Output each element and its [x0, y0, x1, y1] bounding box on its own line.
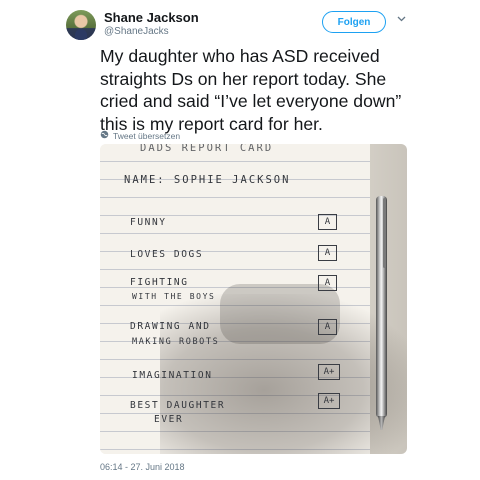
translate-label[interactable]: Tweet übersetzen: [113, 131, 180, 141]
author-name[interactable]: Shane Jackson: [104, 10, 199, 25]
item-line: BEST DAUGHTER: [130, 400, 226, 411]
hand-shadow-top: [220, 284, 340, 344]
grade-box: A: [318, 245, 337, 261]
item-line: DRAWING AND: [130, 321, 211, 332]
tweet-text: My daughter who has ASD received straigh…: [100, 46, 402, 134]
tweet-photo[interactable]: DADS REPORT CARD NAME: SOPHIE JACKSON FU…: [100, 144, 407, 454]
grade-box: A: [318, 214, 337, 230]
follow-button[interactable]: Folgen: [322, 11, 386, 33]
avatar[interactable]: [66, 10, 96, 40]
tweet-card: Shane Jackson @ShaneJacks Folgen My daug…: [0, 0, 480, 480]
item-line: LOVES DOGS: [130, 249, 204, 260]
chevron-down-icon[interactable]: [396, 14, 406, 24]
grade-box: A+: [318, 393, 340, 409]
grade-box: A+: [318, 364, 340, 380]
timestamp[interactable]: 06:14 - 27. Juni 2018: [100, 462, 185, 472]
report-card-name: NAME: SOPHIE JACKSON: [124, 174, 291, 186]
item-line: FUNNY: [130, 217, 167, 228]
author-handle[interactable]: @ShaneJacks: [104, 26, 169, 37]
translate-link[interactable]: Tweet übersetzen: [100, 130, 180, 141]
pen-clip: [383, 198, 386, 268]
item-line-2: WITH THE BOYS: [132, 292, 216, 301]
item-line-2: MAKING ROBOTS: [132, 337, 220, 347]
item-line: FIGHTING: [130, 277, 189, 288]
report-card-header: DADS REPORT CARD: [140, 144, 274, 154]
grade-box: A: [318, 275, 337, 291]
grade-box: A: [318, 319, 337, 335]
globe-icon: [100, 130, 109, 141]
item-line-2: EVER: [154, 414, 184, 425]
item-line: IMAGINATION: [132, 370, 213, 381]
